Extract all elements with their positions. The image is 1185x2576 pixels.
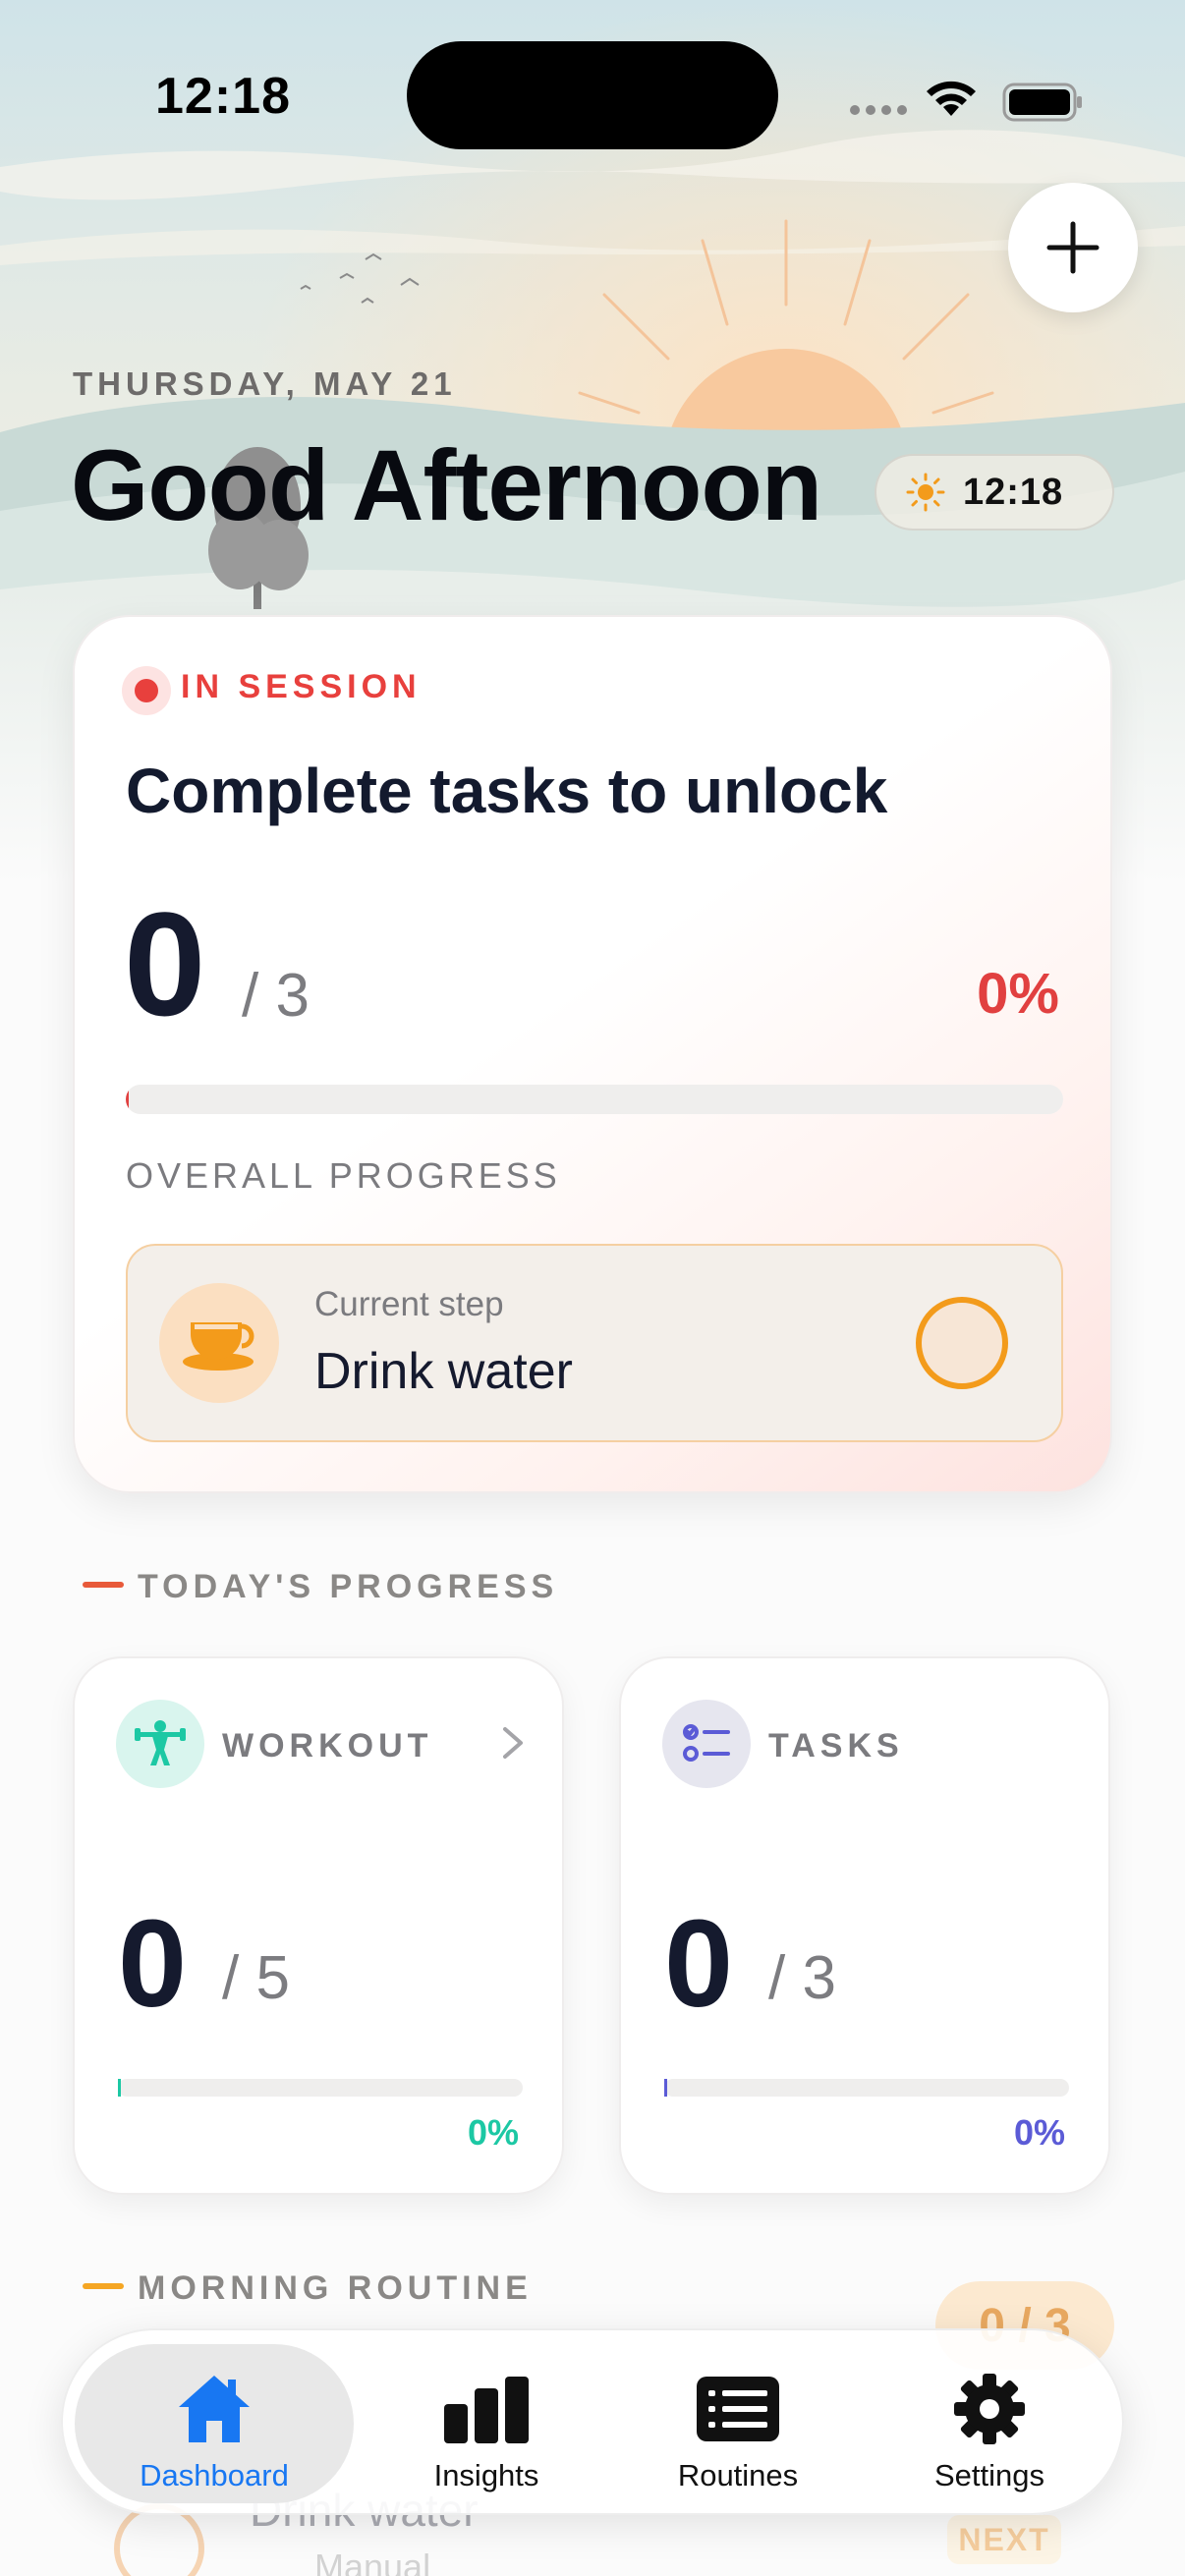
workout-percent: 0% <box>467 2112 519 2153</box>
routine-section-accent <box>83 2283 124 2289</box>
add-button[interactable] <box>1008 183 1138 312</box>
wifi-icon <box>927 81 976 116</box>
session-total-count: / 3 <box>242 962 310 1030</box>
greeting-title: Good Afternoon <box>71 429 822 541</box>
progress-section-accent <box>83 1582 124 1588</box>
workout-progress-bar <box>118 2079 523 2097</box>
current-step-name: Drink water <box>314 1343 573 1400</box>
tasks-total: / 3 <box>768 1944 836 2012</box>
tab-routines[interactable]: Routines <box>633 2330 843 2517</box>
overall-progress-marker <box>126 1085 129 1114</box>
tab-dashboard[interactable]: Dashboard <box>75 2330 354 2517</box>
session-status: IN SESSION <box>181 668 422 705</box>
tab-settings-label: Settings <box>933 2458 1044 2492</box>
overall-progress-label: OVERALL PROGRESS <box>126 1155 561 1196</box>
step-complete-toggle[interactable] <box>916 1297 1008 1389</box>
cellular-signal-icon <box>850 105 907 115</box>
workout-total: / 5 <box>222 1944 290 2012</box>
overall-progress-bar <box>126 1085 1063 1114</box>
tasks-progress-bar <box>664 2079 1069 2097</box>
workout-value: 0 <box>118 1894 188 2033</box>
sun-icon <box>906 473 945 512</box>
routine-next-badge: NEXT <box>947 2515 1061 2564</box>
time-pill-text: 12:18 <box>963 471 1064 513</box>
live-indicator-icon <box>122 666 171 715</box>
chevron-right-icon[interactable] <box>499 1723 527 1763</box>
tasks-value: 0 <box>664 1894 734 2033</box>
time-pill: 12:18 <box>875 454 1114 531</box>
weightlifter-icon <box>116 1700 204 1788</box>
house-icon <box>179 2376 250 2442</box>
status-time: 12:18 <box>155 68 291 125</box>
workout-card[interactable]: WORKOUT 0 / 5 0% <box>73 1656 564 2195</box>
current-step-label: Current step <box>314 1285 504 1323</box>
tab-settings[interactable]: Settings <box>884 2330 1095 2517</box>
progress-section-title: TODAY'S PROGRESS <box>138 1568 559 1605</box>
checklist-icon <box>662 1700 751 1788</box>
tasks-card[interactable]: TASKS 0 / 3 0% <box>619 1656 1110 2195</box>
battery-icon <box>1002 83 1082 122</box>
date-label: THURSDAY, MAY 21 <box>73 365 457 402</box>
tab-routines-label: Routines <box>677 2458 799 2492</box>
routine-item-type: Manual <box>314 2547 431 2576</box>
gear-icon <box>954 2374 1025 2444</box>
tasks-label: TASKS <box>768 1727 904 1764</box>
bar-chart-icon <box>444 2377 529 2443</box>
tab-bar: Dashboard Insights Routines Settings <box>61 2328 1124 2515</box>
dynamic-island <box>407 41 778 149</box>
list-icon <box>697 2377 779 2441</box>
tasks-percent: 0% <box>1013 2112 1065 2153</box>
session-completed-count: 0 <box>124 881 206 1046</box>
tab-dashboard-label: Dashboard <box>140 2458 289 2492</box>
coffee-cup-icon <box>159 1283 279 1403</box>
session-title: Complete tasks to unlock <box>126 756 888 826</box>
workout-label: WORKOUT <box>222 1727 433 1764</box>
status-icons <box>850 81 1082 122</box>
routine-section-title: MORNING ROUTINE <box>138 2269 533 2307</box>
current-step-card[interactable]: Current step Drink water <box>126 1244 1063 1442</box>
plus-icon <box>1046 221 1100 274</box>
session-card[interactable]: IN SESSION Complete tasks to unlock 0 / … <box>73 615 1112 1493</box>
session-percent: 0% <box>977 962 1059 1026</box>
tab-insights-label: Insights <box>433 2458 539 2492</box>
tab-insights[interactable]: Insights <box>381 2330 592 2517</box>
